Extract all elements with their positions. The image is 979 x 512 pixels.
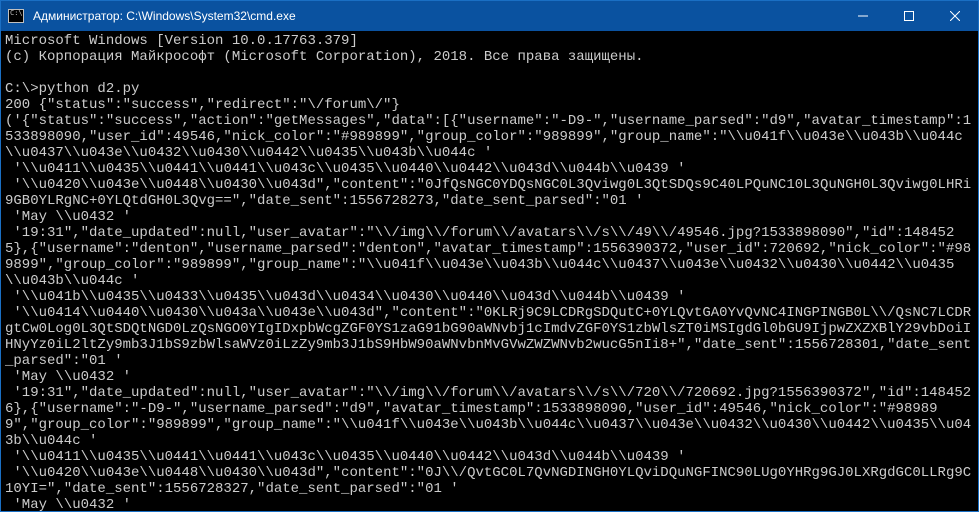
window-title: Администратор: C:\Windows\System32\cmd.e… [31, 9, 840, 23]
terminal-output[interactable]: Microsoft Windows [Version 10.0.17763.37… [1, 31, 978, 511]
window-controls [840, 1, 978, 31]
minimize-button[interactable] [840, 1, 886, 31]
app-icon-box [1, 9, 31, 23]
titlebar[interactable]: Администратор: C:\Windows\System32\cmd.e… [1, 1, 978, 31]
close-button[interactable] [932, 1, 978, 31]
maximize-button[interactable] [886, 1, 932, 31]
cmd-icon [8, 9, 24, 23]
cmd-window: Администратор: C:\Windows\System32\cmd.e… [0, 0, 979, 512]
